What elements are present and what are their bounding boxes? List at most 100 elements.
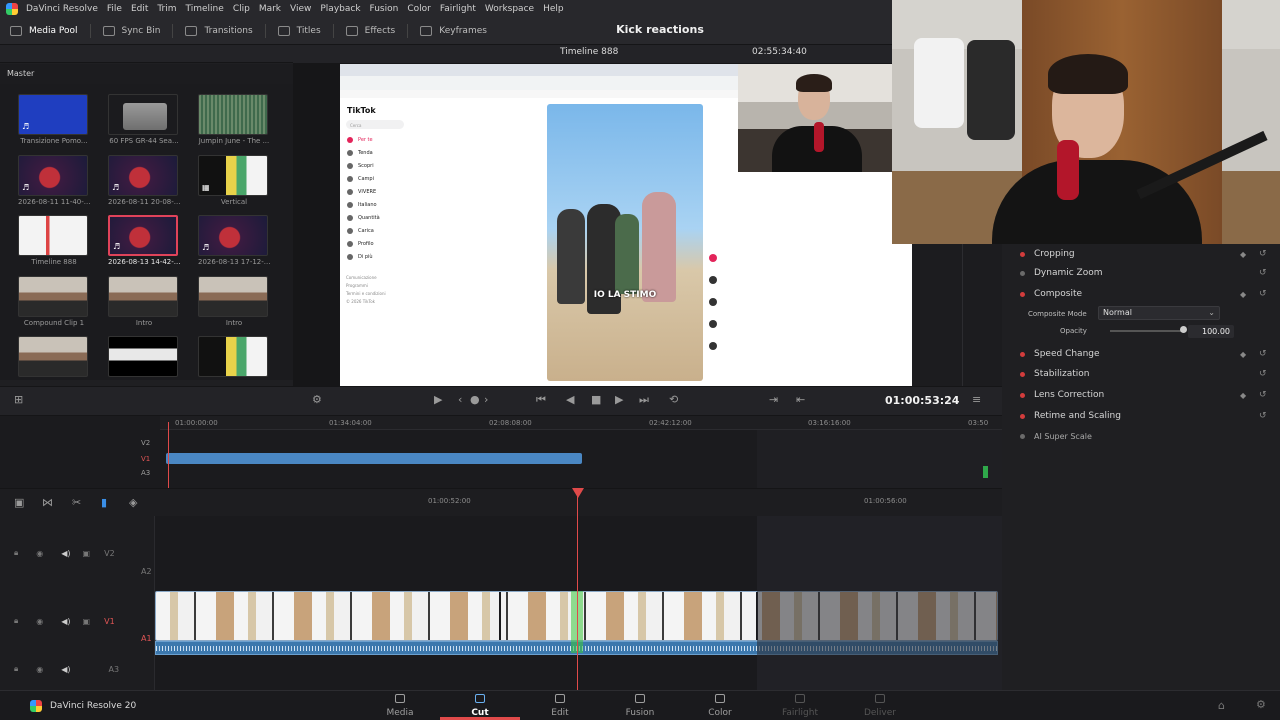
page-tab-fairlight[interactable]: Fairlight — [760, 690, 840, 720]
menu-file[interactable]: File — [107, 4, 122, 14]
upper-timeline-clip[interactable] — [166, 453, 582, 464]
inspector-stabilization[interactable]: Stabilization ↺ — [1002, 364, 1280, 384]
stop-icon[interactable]: ■ — [591, 393, 601, 406]
prev-clip-icon[interactable]: ⇤ — [796, 393, 805, 406]
reset-icon[interactable]: ↺ — [1259, 268, 1267, 278]
menu-fairlight[interactable]: Fairlight — [440, 4, 476, 14]
reset-icon[interactable]: ↺ — [1259, 390, 1267, 400]
tools-icon[interactable]: ⚙ — [312, 393, 322, 406]
titles-button[interactable]: Titles — [268, 18, 331, 45]
prev-marker-icon[interactable]: ‹ — [458, 393, 462, 406]
timeline-view-icon[interactable]: ▣ — [14, 496, 24, 509]
menu-workspace[interactable]: Workspace — [485, 4, 534, 14]
skip-to-end-icon[interactable]: ⏭ — [639, 393, 649, 407]
reset-icon[interactable]: ↺ — [1259, 289, 1267, 299]
keyframes-button[interactable]: Keyframes — [410, 18, 497, 45]
menu-mark[interactable]: Mark — [259, 4, 281, 14]
media-clip[interactable]: ▦ Vertical — [198, 155, 270, 206]
marker-dot-icon[interactable]: ● — [470, 393, 480, 406]
jog-icon[interactable]: ▶ — [434, 393, 442, 406]
page-tab-fusion[interactable]: Fusion — [600, 690, 680, 720]
enable-led-icon[interactable] — [1020, 433, 1025, 439]
page-tab-cut[interactable]: Cut — [440, 690, 520, 720]
speaker-icon[interactable]: ◀) — [61, 665, 70, 674]
eye-icon[interactable]: ◉ — [36, 665, 43, 674]
play-icon[interactable]: ▶ — [615, 393, 623, 406]
media-clip-selected[interactable]: ♬ 2026-08-13 14-42-... — [108, 215, 180, 266]
media-clip[interactable] — [18, 336, 90, 379]
play-reverse-icon[interactable]: ◀ — [566, 393, 574, 406]
inspector-ai-super-scale[interactable]: AI Super Scale — [1002, 426, 1280, 446]
lock-icon[interactable]: 🔒︎ — [14, 548, 18, 558]
enable-led-icon[interactable] — [1020, 371, 1025, 377]
monitor-icon[interactable]: ▣ — [83, 617, 91, 626]
edit-point[interactable] — [499, 592, 501, 640]
media-clip[interactable] — [108, 336, 180, 379]
menu-edit[interactable]: Edit — [131, 4, 148, 14]
keyframe-icon[interactable]: ◆ — [1240, 391, 1246, 400]
enable-led-icon[interactable] — [1020, 392, 1025, 398]
options-menu-icon[interactable]: ≡ — [972, 393, 981, 406]
inspector-lens-correction[interactable]: Lens Correction ◆ ↺ — [1002, 385, 1280, 405]
playhead-handle[interactable] — [572, 488, 584, 498]
layout-icon[interactable]: ⊞ — [14, 393, 23, 406]
reset-icon[interactable]: ↺ — [1259, 249, 1267, 259]
media-pool-button[interactable]: Media Pool — [0, 18, 88, 45]
opacity-slider[interactable] — [1110, 330, 1182, 332]
gear-icon[interactable]: ⚙ — [1256, 698, 1266, 711]
menu-timeline[interactable]: Timeline — [186, 4, 224, 14]
media-clip[interactable]: Compound Clip 1 — [18, 276, 90, 327]
lock-icon[interactable]: 🔒︎ — [14, 616, 18, 626]
lock-icon[interactable]: 🔒︎ — [14, 664, 18, 674]
media-clip[interactable]: Timeline 888 — [18, 215, 90, 266]
media-clip[interactable]: Intro — [108, 276, 180, 327]
menu-playback[interactable]: Playback — [320, 4, 360, 14]
media-clip[interactable]: ♬ Transizione Pomo... — [18, 94, 90, 145]
keyframe-icon[interactable]: ◆ — [1240, 350, 1246, 359]
enable-led-icon[interactable] — [1020, 251, 1025, 257]
enable-led-icon[interactable] — [1020, 351, 1025, 357]
composite-mode-select[interactable]: Normal ⌄ — [1098, 306, 1220, 320]
media-clip[interactable]: ♬ 2026-08-11 20-08-... — [108, 155, 180, 206]
speaker-icon[interactable]: ◀) — [61, 617, 70, 626]
media-clip[interactable]: Intro — [198, 276, 270, 327]
inspector-cropping[interactable]: Cropping ◆ ↺ — [1002, 244, 1280, 264]
effects-button[interactable]: Effects — [336, 18, 406, 45]
media-clip[interactable]: ♬ 2026-08-13 17-12-... — [198, 215, 270, 266]
reset-icon[interactable]: ↺ — [1259, 411, 1267, 421]
snap-icon[interactable]: ⋈ — [42, 496, 53, 509]
enable-led-icon[interactable] — [1020, 291, 1025, 297]
opacity-value[interactable]: 100.00 — [1188, 325, 1234, 338]
menu-help[interactable]: Help — [543, 4, 564, 14]
page-tab-color[interactable]: Color — [680, 690, 760, 720]
reset-icon[interactable]: ↺ — [1259, 369, 1267, 379]
monitor-icon[interactable]: ▣ — [83, 549, 91, 558]
menu-color[interactable]: Color — [407, 4, 431, 14]
next-clip-icon[interactable]: ⇥ — [769, 393, 778, 406]
inspector-retime-scaling[interactable]: Retime and Scaling ↺ — [1002, 406, 1280, 426]
reset-icon[interactable]: ↺ — [1259, 349, 1267, 359]
next-marker-icon[interactable]: › — [484, 393, 488, 406]
media-clip[interactable]: ♬ 2026-08-11 11-40-... — [18, 155, 90, 206]
page-tab-deliver[interactable]: Deliver — [840, 690, 920, 720]
speaker-icon[interactable]: ◀) — [61, 549, 70, 558]
eye-icon[interactable]: ◉ — [36, 549, 43, 558]
zoom-icon[interactable]: ◈ — [129, 496, 137, 509]
enable-led-icon[interactable] — [1020, 413, 1025, 419]
menu-trim[interactable]: Trim — [157, 4, 176, 14]
media-clip[interactable]: Jumpin June - The ... — [198, 94, 270, 145]
bin-master[interactable]: Master — [0, 64, 293, 84]
keyframe-icon[interactable]: ◆ — [1240, 290, 1246, 299]
inspector-composite[interactable]: Composite ◆ ↺ — [1002, 284, 1280, 304]
lower-playhead[interactable] — [577, 494, 578, 690]
keyframe-icon[interactable]: ◆ — [1240, 250, 1246, 259]
home-icon[interactable]: ⌂ — [1218, 699, 1225, 712]
menu-clip[interactable]: Clip — [233, 4, 250, 14]
sync-bin-button[interactable]: Sync Bin — [93, 18, 171, 45]
menu-view[interactable]: View — [290, 4, 311, 14]
page-tab-media[interactable]: Media — [360, 690, 440, 720]
transitions-button[interactable]: Transitions — [175, 18, 262, 45]
opacity-slider-handle[interactable] — [1180, 326, 1187, 333]
upper-timeline-ruler[interactable] — [160, 416, 1002, 430]
loop-icon[interactable]: ⟲ — [669, 393, 678, 406]
